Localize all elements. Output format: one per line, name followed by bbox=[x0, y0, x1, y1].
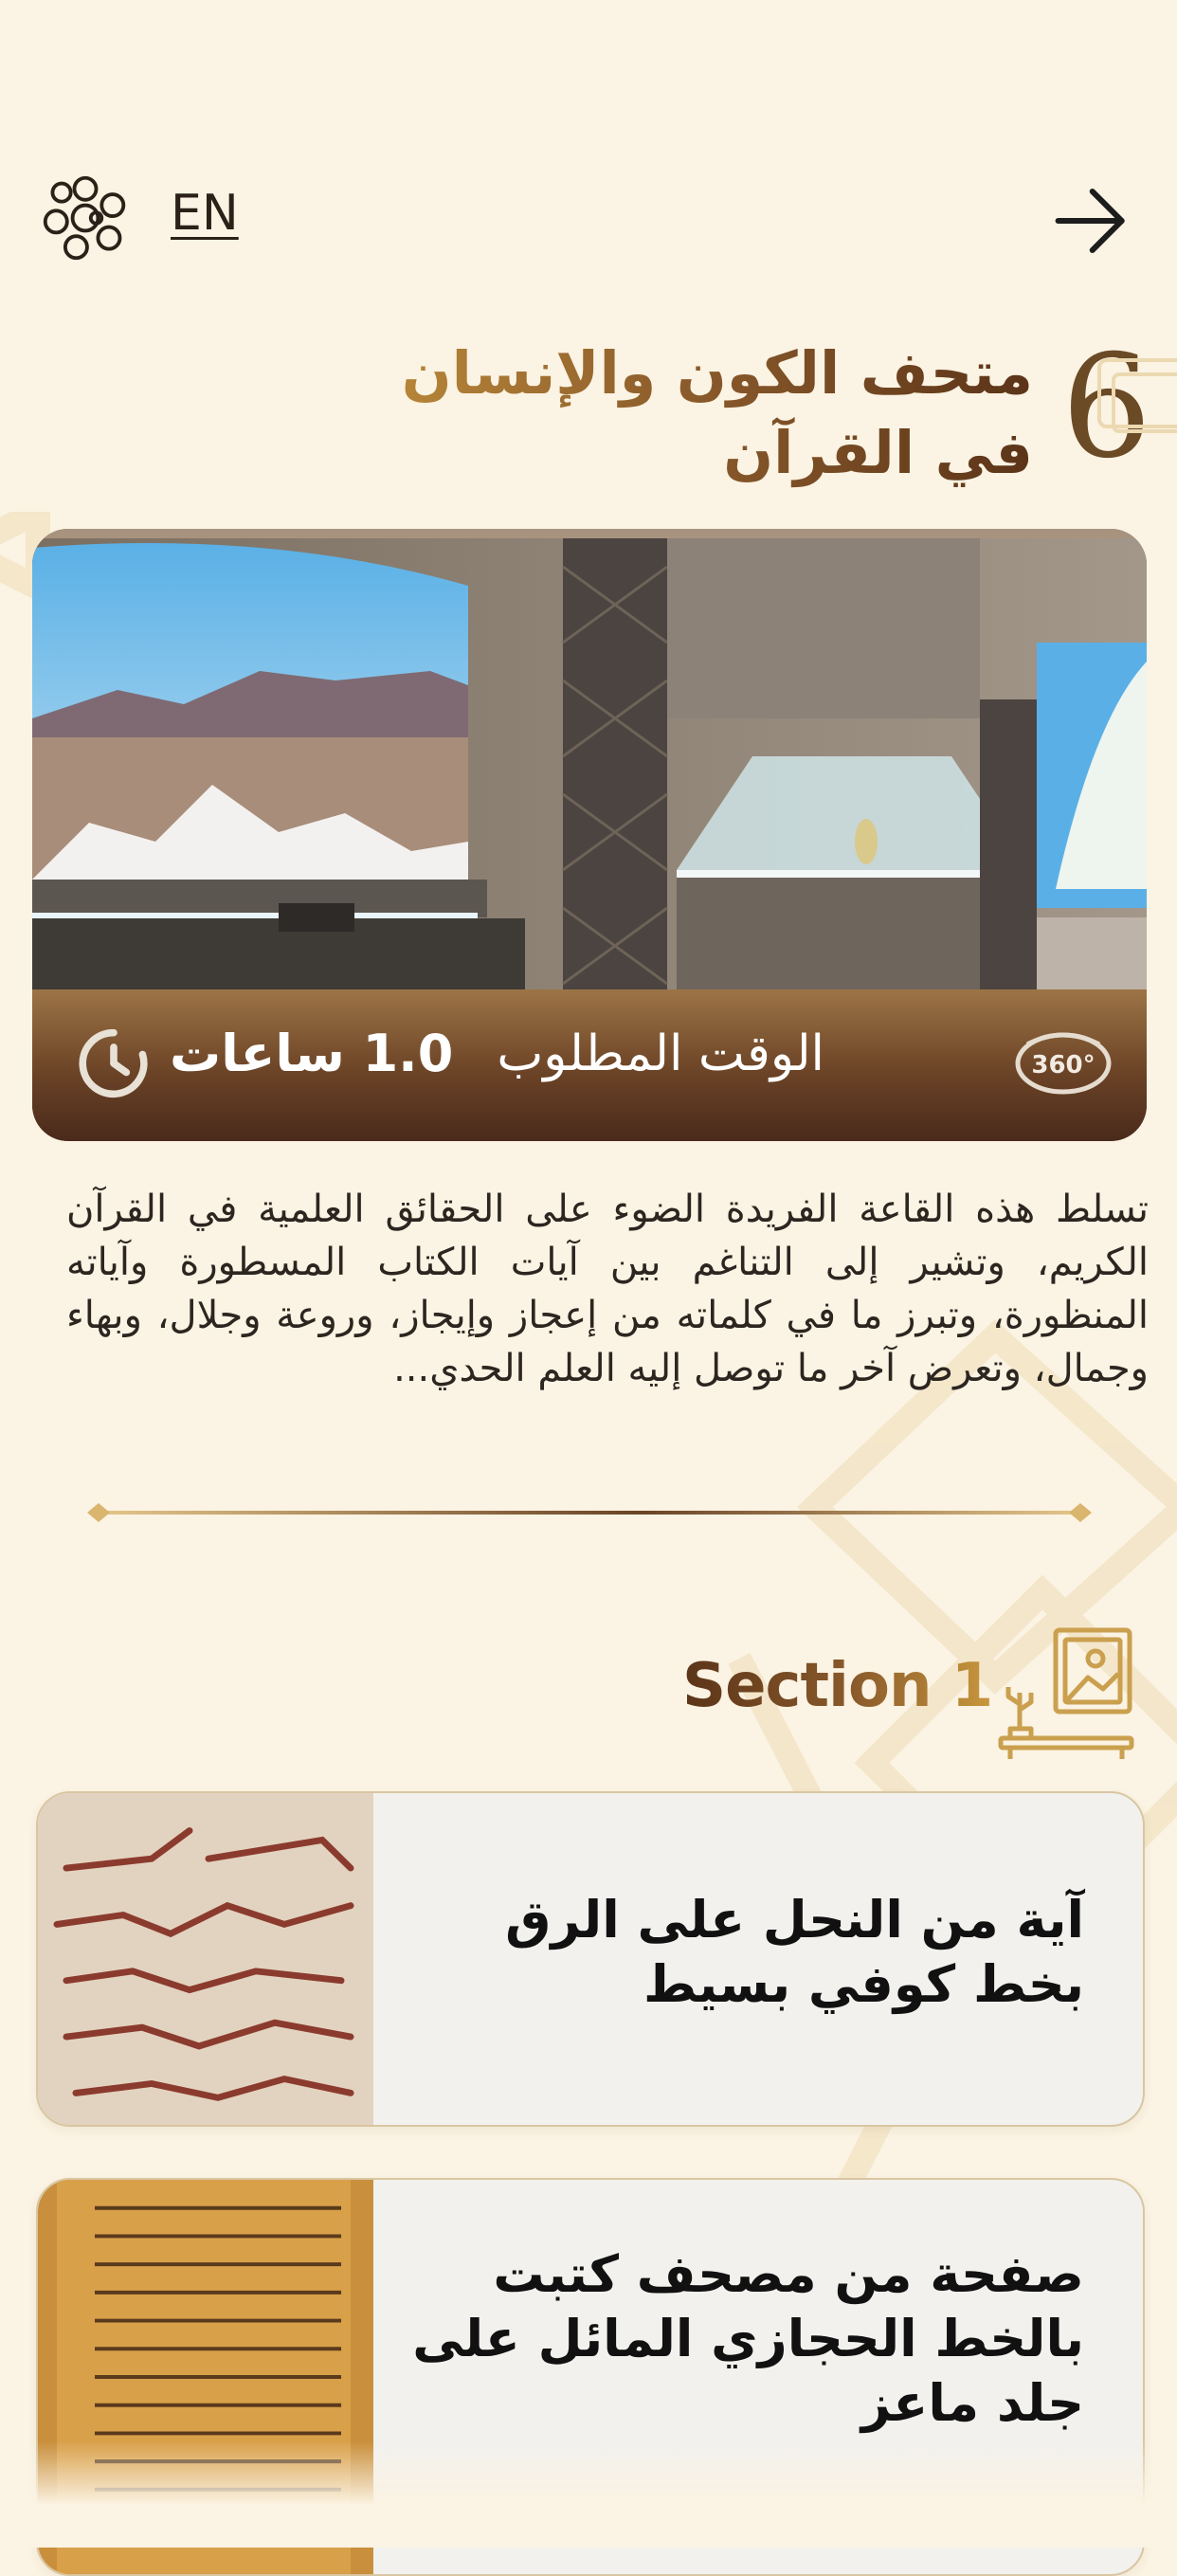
360-view-icon[interactable]: 360° bbox=[1012, 1025, 1114, 1101]
hall-description: تسلط هذه القاعة الفريدة الضوء على الحقائ… bbox=[66, 1188, 1149, 1390]
required-time-value: 1.0 ساعات bbox=[170, 1024, 454, 1083]
svg-text:360°: 360° bbox=[1031, 1051, 1095, 1079]
hall-hero-card[interactable]: 360° الوقت المطلوب 1.0 ساعات bbox=[32, 529, 1147, 1141]
artifact-title: آية من النحل على الرق بخط كوفي بسيط bbox=[505, 1890, 1084, 2014]
hall-info-bar: 360° الوقت المطلوب 1.0 ساعات bbox=[32, 989, 1147, 1141]
arrow-right-icon[interactable] bbox=[1050, 180, 1132, 262]
language-toggle[interactable]: EN bbox=[171, 185, 239, 242]
hall-title-line1: متحف الكون والإنسان bbox=[401, 338, 1033, 408]
artifact-title: صفحة من مصحف كتبت بالخط الحجازي المائل ع… bbox=[412, 2244, 1084, 2433]
required-time-label: الوقت المطلوب bbox=[497, 1025, 824, 1082]
hall-number-decoration bbox=[1097, 358, 1177, 433]
hall-title-line2: في القرآن bbox=[723, 418, 1033, 487]
section-divider bbox=[87, 1503, 1092, 1522]
bottom-fade bbox=[0, 2441, 1177, 2548]
emblem-icon[interactable] bbox=[40, 172, 131, 263]
hall-title: متحف الكون والإنسان في القرآن bbox=[275, 334, 1033, 493]
clock-icon bbox=[79, 1028, 148, 1098]
artifact-thumbnail bbox=[38, 1793, 373, 2125]
gallery-frame-icon bbox=[998, 1627, 1134, 1759]
artifact-card[interactable]: آية من النحل على الرق بخط كوفي بسيط bbox=[36, 1791, 1145, 2127]
section-title: Section 1 bbox=[682, 1651, 993, 1721]
hall-photo bbox=[32, 529, 1147, 989]
